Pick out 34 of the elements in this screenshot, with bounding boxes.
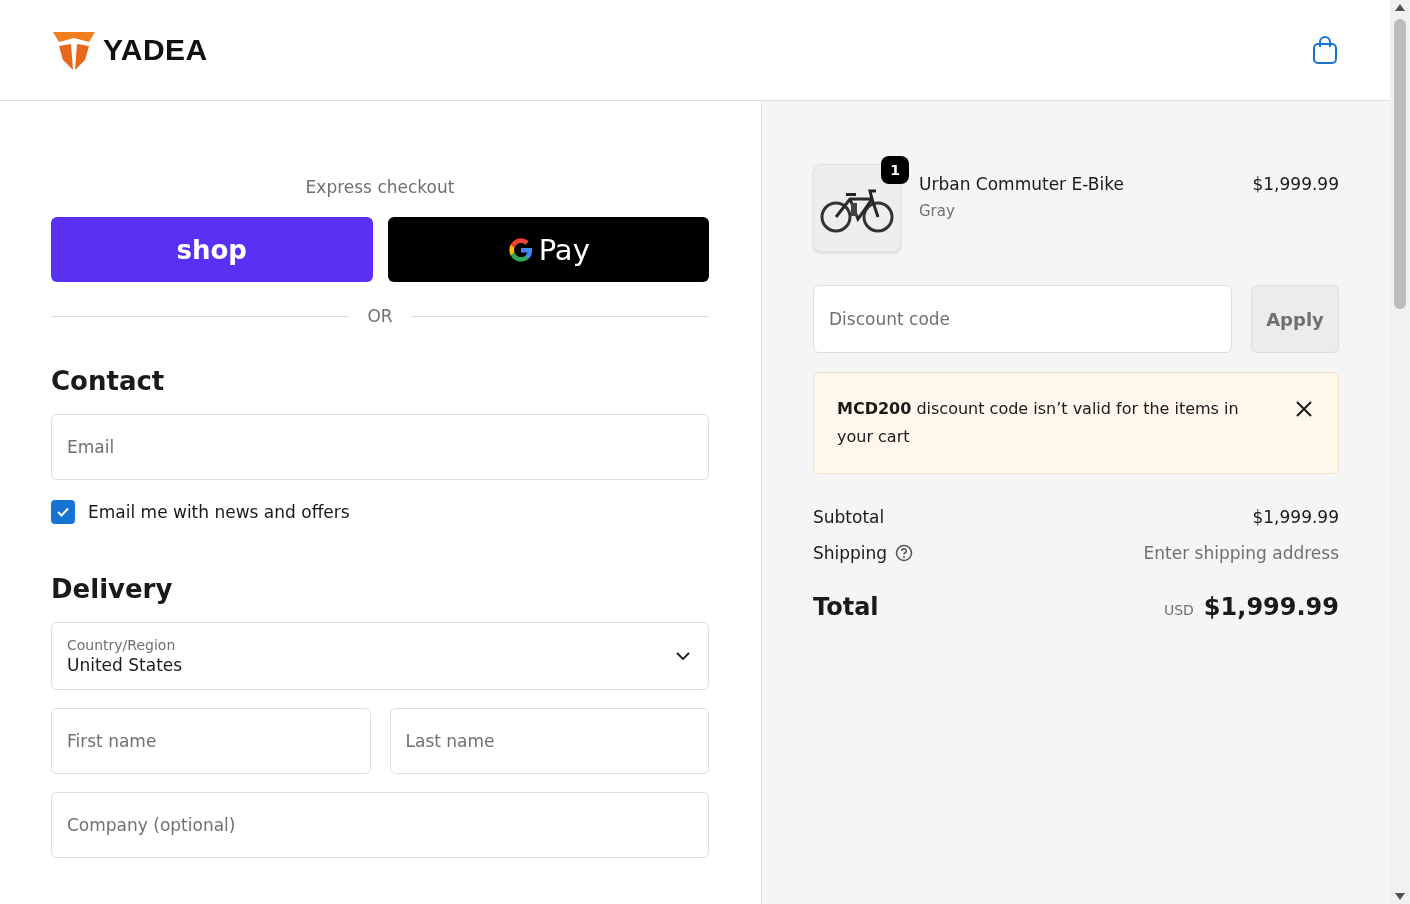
currency-label: USD — [1163, 602, 1194, 618]
shipping-value: Enter shipping address — [1143, 543, 1339, 563]
help-icon[interactable] — [895, 544, 914, 562]
contact-heading: Contact — [51, 366, 166, 396]
total-value: $1,999.99 — [1203, 593, 1339, 621]
subtotal-value: $1,999.99 — [1252, 507, 1339, 527]
email-field[interactable]: Email — [51, 414, 709, 480]
logo-text: YADEA — [103, 33, 208, 67]
company-field[interactable]: Company (optional) — [51, 792, 709, 858]
newsletter-checkbox[interactable] — [51, 500, 75, 524]
discount-code-field[interactable]: Discount code — [813, 285, 1232, 353]
newsletter-label: Email me with news and offers — [88, 502, 350, 522]
shopping-bag-icon[interactable] — [1312, 35, 1338, 65]
error-message: MCD200 discount code isn’t valid for the items in your cart — [837, 398, 1240, 448]
product-price: $1,999.99 — [1252, 173, 1339, 194]
express-checkout-title: Express checkout — [304, 177, 456, 197]
shipping-label: Shipping — [813, 543, 888, 563]
product-variant: Gray — [919, 202, 956, 220]
total-label: Total — [813, 593, 879, 621]
shop-pay-button[interactable]: shop — [51, 217, 373, 282]
google-pay-button[interactable]: Pay — [387, 217, 709, 282]
subtotal-label: Subtotal — [813, 507, 885, 527]
chevron-down-icon — [676, 651, 690, 661]
check-icon — [56, 505, 70, 519]
google-g-icon — [506, 235, 535, 264]
delivery-heading: Delivery — [51, 574, 174, 604]
country-select[interactable]: Country/Region United States — [51, 622, 709, 690]
first-name-field[interactable]: First name — [51, 708, 371, 774]
apply-button[interactable]: Apply — [1251, 285, 1339, 353]
close-icon[interactable] — [1294, 399, 1314, 419]
or-divider-label: OR — [367, 306, 393, 326]
last-name-field[interactable]: Last name — [389, 708, 709, 774]
product-name: Urban Commuter E-Bike — [919, 174, 1125, 194]
quantity-badge: 1 — [881, 156, 909, 184]
